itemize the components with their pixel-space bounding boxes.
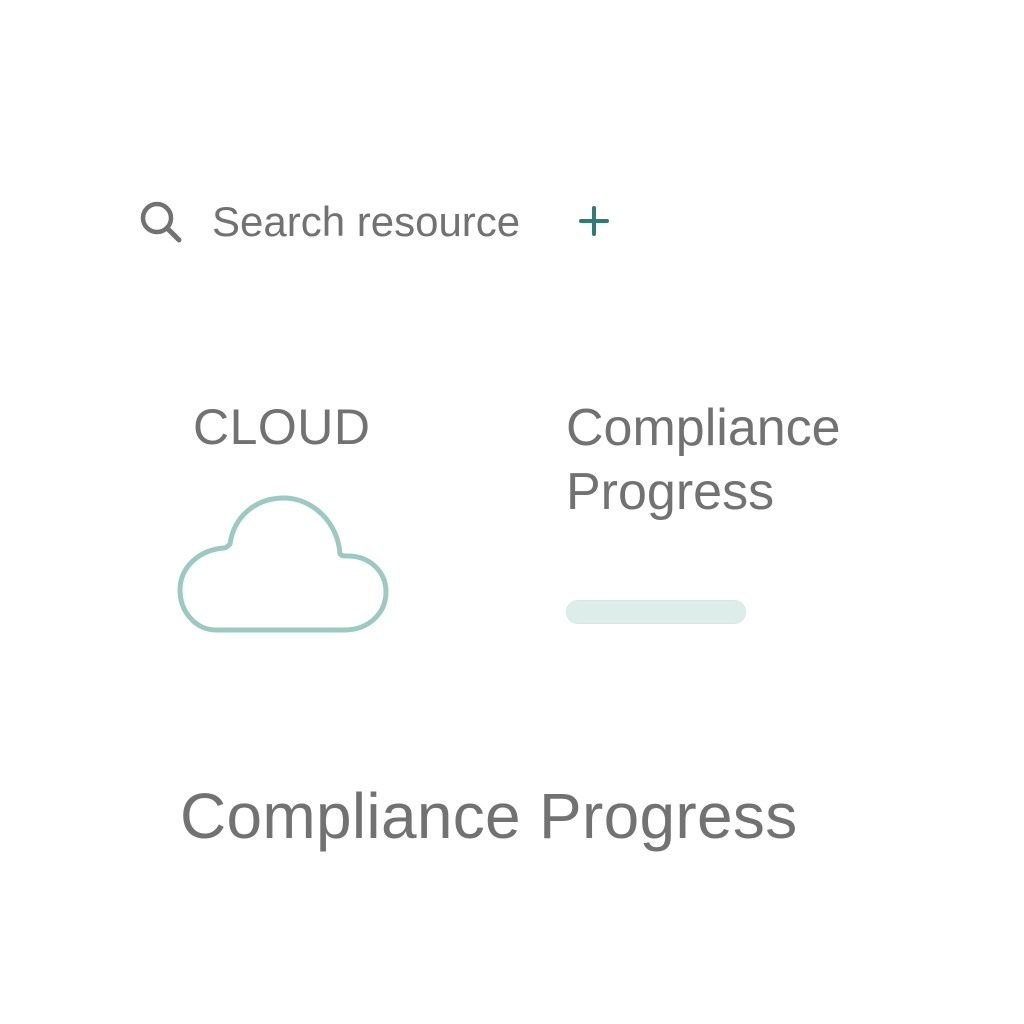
add-resource-button[interactable] xyxy=(574,202,614,242)
cloud-card-title: CLOUD xyxy=(193,399,371,455)
progress-fill xyxy=(567,601,745,623)
search-input[interactable] xyxy=(212,194,552,250)
compliance-card-title: Compliance Progress xyxy=(566,399,841,521)
page: CLOUD Compliance Progress Compliance Pro… xyxy=(0,0,1024,1024)
search-icon[interactable] xyxy=(138,199,184,245)
cloud-icon xyxy=(176,492,392,638)
compliance-progress-bar xyxy=(566,600,746,624)
search-bar xyxy=(138,194,614,250)
footer-title: Compliance Progress xyxy=(180,780,798,852)
plus-icon xyxy=(577,204,611,241)
